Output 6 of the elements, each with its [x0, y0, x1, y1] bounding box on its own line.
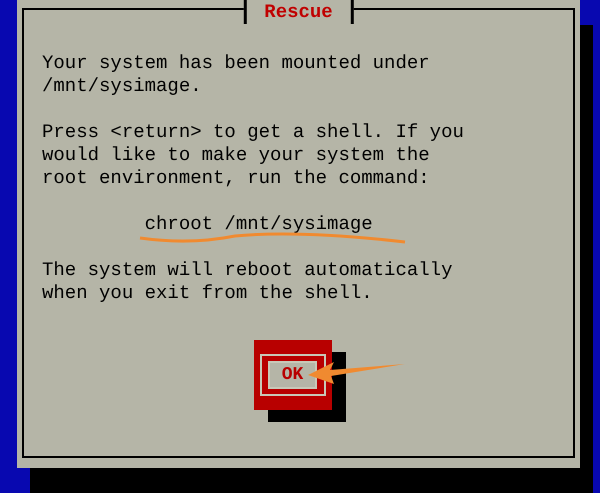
ok-button[interactable]: OK	[254, 340, 332, 410]
message-paragraph: The system will reboot automatically when you exit from the shell.	[42, 259, 454, 305]
message-paragraph: Your system has been mounted under /mnt/sysimage.	[42, 52, 431, 98]
message-paragraph: Press <return> to get a shell. If you would like to make your system the root environment, run the command:	[42, 121, 465, 190]
command-text: chroot /mnt/sysimage	[144, 213, 374, 236]
dialog-title: Rescue	[243, 0, 354, 24]
